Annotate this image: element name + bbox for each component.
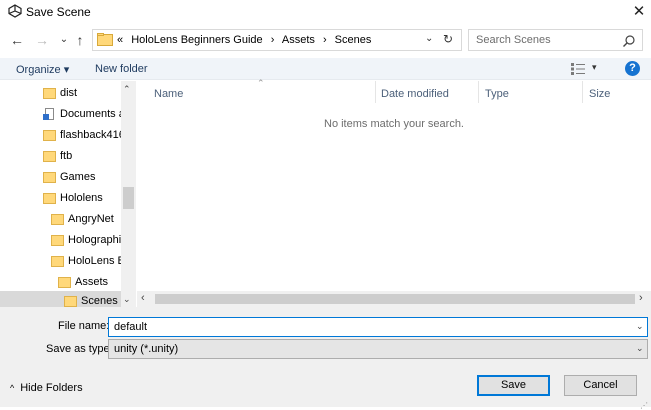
up-folder-button[interactable]: ↑ — [71, 30, 89, 50]
tree-item-label: Documents a — [60, 108, 122, 120]
tree-item-label: Holographi — [68, 234, 122, 246]
file-name-label: File name: — [58, 320, 110, 332]
save-as-type-label: Save as type: — [46, 343, 113, 355]
help-icon[interactable]: ? — [625, 61, 640, 76]
unity-icon — [8, 4, 22, 18]
breadcrumb: « HoloLens Beginners Guide › Assets › Sc… — [117, 34, 376, 46]
column-divider[interactable] — [582, 81, 583, 103]
tree-item-ftb[interactable]: ftb — [0, 146, 122, 166]
folder-icon — [43, 151, 56, 162]
column-header-date-modified[interactable]: Date modified — [381, 88, 449, 100]
folder-icon — [43, 130, 56, 141]
save-button[interactable]: Save — [477, 375, 550, 396]
chevron-up-icon: ^ — [10, 383, 15, 393]
folder-icon — [51, 256, 64, 267]
tree-item-hololens-beginners[interactable]: HoloLens Be — [0, 251, 122, 271]
tree-item-angrynet[interactable]: AngryNet — [0, 209, 122, 229]
refresh-icon[interactable]: ↻ — [443, 32, 453, 46]
column-header-name[interactable]: Name — [154, 88, 183, 100]
tree-item-holographic[interactable]: Holographi — [0, 230, 122, 250]
column-header-size[interactable]: Size — [589, 88, 610, 100]
folder-icon — [43, 172, 56, 183]
breadcrumb-separator[interactable]: › — [271, 34, 275, 46]
breadcrumb-item[interactable]: Assets — [282, 34, 315, 46]
folder-icon — [58, 277, 71, 288]
horizontal-scrollbar-thumb[interactable] — [155, 294, 635, 304]
tree-item-games[interactable]: Games — [0, 167, 122, 187]
empty-message: No items match your search. — [324, 118, 464, 130]
new-folder-button[interactable]: New folder — [95, 63, 148, 75]
resize-grip-icon[interactable]: ⋰ — [640, 401, 648, 410]
tree-scrollbar-thumb[interactable] — [123, 187, 134, 209]
address-dropdown-icon[interactable]: ⌄ — [425, 33, 433, 44]
tree-item-label: ftb — [60, 150, 73, 162]
breadcrumb-overflow[interactable]: « — [117, 34, 123, 46]
scroll-down-icon[interactable]: ⌄ — [123, 294, 131, 305]
breadcrumb-item[interactable]: Scenes — [335, 34, 372, 46]
hide-folders-button[interactable]: ^ Hide Folders — [10, 382, 83, 394]
column-header-type[interactable]: Type — [485, 88, 509, 100]
tree-item-assets[interactable]: Assets — [0, 272, 122, 292]
scroll-right-icon[interactable]: › — [639, 292, 643, 304]
folder-icon — [64, 296, 77, 307]
tree-item-label: flashback416 — [60, 129, 122, 141]
folder-icon — [43, 88, 56, 99]
tree-item-label: Assets — [75, 276, 109, 288]
forward-button[interactable]: → — [33, 30, 51, 50]
folder-icon — [97, 33, 113, 46]
cancel-button[interactable]: Cancel — [564, 375, 637, 396]
tree-item-label: Games — [60, 171, 96, 183]
search-box[interactable]: Search Scenes — [468, 29, 643, 51]
save-as-type-select[interactable]: unity (*.unity) — [108, 339, 648, 359]
folder-icon — [43, 193, 56, 204]
view-dropdown-icon[interactable]: ▾ — [592, 62, 597, 73]
document-icon — [43, 108, 54, 120]
organize-button[interactable]: Organize ▾ — [16, 63, 69, 76]
navigation-tree: dist Documents a flashback416 ftb Games … — [0, 81, 136, 307]
column-divider[interactable] — [478, 81, 479, 103]
save-form: File name: ⌄ Save as type: unity (*.unit… — [0, 307, 651, 410]
breadcrumb-separator[interactable]: › — [323, 34, 327, 46]
file-name-input[interactable] — [108, 317, 648, 337]
folder-icon — [51, 214, 64, 225]
scroll-up-icon[interactable]: ⌃ — [123, 84, 131, 95]
address-bar[interactable]: « HoloLens Beginners Guide › Assets › Sc… — [92, 29, 462, 51]
window-title: Save Scene — [26, 5, 91, 19]
folder-icon — [51, 235, 64, 246]
tree-item-label: dist — [60, 87, 78, 99]
save-as-type-dropdown-icon[interactable]: ⌄ — [636, 343, 644, 354]
view-options-icon[interactable] — [571, 63, 587, 75]
back-button[interactable]: ← — [8, 30, 26, 50]
tree-item-label: Hololens — [60, 192, 103, 204]
search-input[interactable]: Search Scenes — [476, 34, 551, 46]
search-icon[interactable] — [621, 33, 637, 49]
tree-item-label: HoloLens Be — [68, 255, 122, 267]
tree-item-documents[interactable]: Documents a — [0, 104, 122, 124]
horizontal-scrollbar[interactable]: ‹ › — [137, 291, 651, 307]
tree-item-scenes[interactable]: Scenes — [0, 291, 122, 307]
tree-item-label: AngryNet — [68, 213, 114, 225]
title-bar: Save Scene ✕ — [0, 0, 651, 24]
file-list: ⌃ Name Date modified Type Size No items … — [137, 78, 651, 291]
hide-folders-label: Hide Folders — [20, 382, 83, 394]
tree-item-hololens[interactable]: Hololens — [0, 188, 122, 208]
file-name-dropdown-icon[interactable]: ⌄ — [636, 321, 644, 332]
breadcrumb-item[interactable]: HoloLens Beginners Guide — [131, 34, 262, 46]
scroll-left-icon[interactable]: ‹ — [141, 292, 145, 304]
tree-item-dist[interactable]: dist — [0, 83, 122, 103]
tree-item-label: Scenes — [81, 295, 118, 307]
tree-item-flashback[interactable]: flashback416 — [0, 125, 122, 145]
sort-indicator-icon: ⌃ — [257, 78, 265, 88]
close-button[interactable]: ✕ — [628, 1, 650, 23]
column-divider[interactable] — [375, 81, 376, 103]
toolbar: Organize ▾ New folder ▾ ? — [0, 58, 651, 80]
